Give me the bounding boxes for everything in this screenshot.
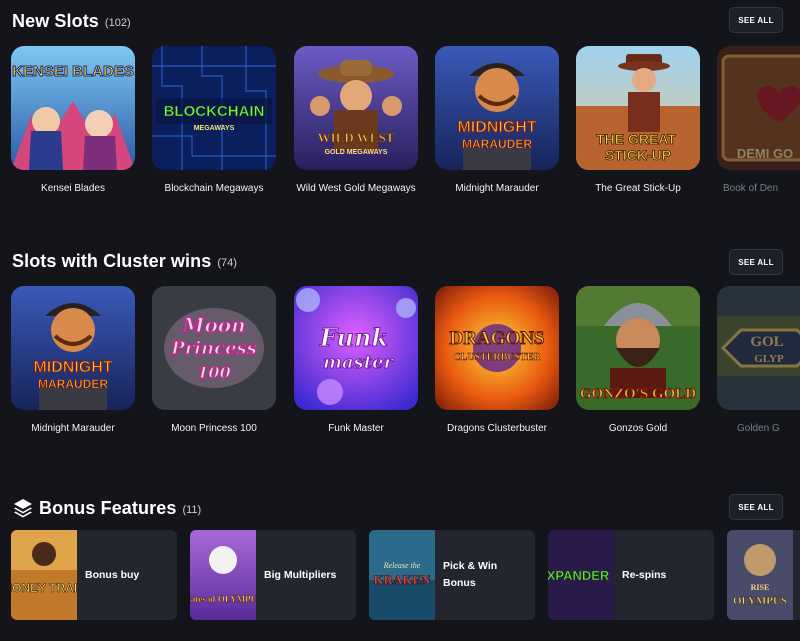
game-tile-moon-princess-100[interactable]: Moon Princess 100 Moon Princess 100 bbox=[152, 286, 276, 435]
game-title: Midnight Marauder bbox=[31, 423, 115, 434]
game-title: Book of Den bbox=[723, 183, 779, 194]
game-tile-wild-west-gold-megaways[interactable]: WILD WEST GOLD MEGAWAYS Wild West Gold M… bbox=[294, 46, 418, 195]
game-tile-dragons-clusterbuster[interactable]: DRAGONS CLUSTERBUSTER Dragons Clusterbus… bbox=[435, 286, 559, 435]
bonus-thumbnail: Release the KRAKEN bbox=[369, 530, 435, 620]
section-count: (11) bbox=[182, 503, 202, 516]
game-thumbnail: WILD WEST GOLD MEGAWAYS bbox=[294, 46, 418, 170]
game-tile-kensei-blades[interactable]: KENSEI BLADES Kensei Blades bbox=[11, 46, 135, 195]
game-title: Blockchain Megaways bbox=[164, 183, 264, 194]
bonus-card-rise-of-olympus[interactable]: RISE OLYMPUS bbox=[727, 530, 800, 620]
art-text: MIDNIGHT bbox=[33, 359, 112, 376]
bonus-thumbnail: RISE OLYMPUS bbox=[727, 530, 793, 620]
art-subtext: MEGAWAYS bbox=[194, 125, 235, 132]
game-tile-midnight-marauder[interactable]: MIDNIGHT MARAUDER Midnight Marauder bbox=[435, 46, 559, 195]
game-thumbnail: Funk master bbox=[294, 286, 418, 410]
game-tile-golden-glyph[interactable]: GOL GLYP Golden G bbox=[717, 286, 800, 435]
art-text: Gates of OLYMPUS bbox=[190, 594, 256, 604]
game-thumbnail: GOL GLYP bbox=[717, 286, 800, 410]
game-thumbnail: THE GREAT STICK-UP bbox=[576, 46, 700, 170]
game-tile-midnight-marauder[interactable]: MIDNIGHT MARAUDER Midnight Marauder bbox=[11, 286, 135, 435]
game-thumbnail: MIDNIGHT MARAUDER bbox=[435, 46, 559, 170]
game-title: Moon Princess 100 bbox=[171, 423, 257, 434]
game-tile-blockchain-megaways[interactable]: BLOCKCHAIN MEGAWAYS Blockchain Megaways bbox=[152, 46, 276, 195]
art-text: DEMI GO bbox=[737, 146, 793, 161]
game-tile-gonzos-gold[interactable]: GONZO'S GOLD Gonzos Gold bbox=[576, 286, 700, 435]
section-count: (74) bbox=[217, 256, 237, 269]
game-thumbnail: MIDNIGHT MARAUDER bbox=[11, 286, 135, 410]
art-text: GONZO'S GOLD bbox=[580, 386, 696, 402]
bonus-label: Re-spins bbox=[622, 568, 667, 581]
art-text: BLOCKCHAIN bbox=[164, 103, 265, 120]
art-text: Moon bbox=[181, 313, 245, 337]
game-thumbnail: DRAGONS CLUSTERBUSTER bbox=[435, 286, 559, 410]
art-text: GOL bbox=[750, 334, 783, 350]
game-title: Gonzos Gold bbox=[608, 423, 668, 434]
game-title: Golden G bbox=[737, 423, 780, 434]
cluster-slots-row: MIDNIGHT MARAUDER Midnight Marauder Moon… bbox=[0, 286, 800, 486]
section-title: Slots with Cluster wins bbox=[12, 250, 212, 271]
game-thumbnail: GONZO'S GOLD bbox=[576, 286, 700, 410]
art-subtext: MARAUDER bbox=[38, 377, 108, 391]
see-all-button[interactable]: SEE ALL bbox=[729, 249, 783, 275]
art-subtext: GLYP bbox=[754, 353, 784, 365]
art-text: DRAGONS bbox=[449, 328, 544, 349]
bonus-label: Pick & Win Bonus bbox=[443, 560, 498, 589]
art-subtext: Princess bbox=[170, 338, 257, 359]
section-header: Slots with Cluster wins (74) bbox=[12, 246, 237, 276]
art-subtext: GOLD MEGAWAYS bbox=[325, 149, 388, 156]
bonus-card-big-multipliers[interactable]: Gates of OLYMPUS Big Multipliers bbox=[190, 530, 356, 620]
game-thumbnail: DEMI GO bbox=[717, 46, 800, 170]
art-text: XPANDER bbox=[548, 568, 610, 583]
bonus-card-bonus-buy[interactable]: MONEY TRAIN Bonus buy bbox=[11, 530, 177, 620]
art-subtext: CLUSTERBUSTER bbox=[453, 352, 541, 363]
art-number: 100 bbox=[197, 363, 230, 382]
art-text: WILD WEST bbox=[318, 130, 395, 145]
art-text: THE GREAT bbox=[596, 131, 676, 147]
section-header: New Slots (102) bbox=[12, 6, 131, 36]
bonus-features-row: MONEY TRAIN Bonus buy Gates of OLYMPUS B… bbox=[0, 530, 800, 641]
game-tile-the-great-stick-up[interactable]: THE GREAT STICK-UP The Great Stick-Up bbox=[576, 46, 700, 195]
bonus-thumbnail: XPANDER bbox=[548, 530, 614, 620]
game-thumbnail: KENSEI BLADES bbox=[11, 46, 135, 170]
game-thumbnail: BLOCKCHAIN MEGAWAYS bbox=[152, 46, 276, 170]
bonus-thumbnail: Gates of OLYMPUS bbox=[190, 530, 256, 620]
art-pretext: Release the bbox=[383, 561, 421, 570]
art-text: OLYMPUS bbox=[733, 595, 787, 607]
see-all-button[interactable]: SEE ALL bbox=[729, 494, 783, 520]
bonus-thumbnail: MONEY TRAIN bbox=[11, 530, 77, 620]
game-tile-funk-master[interactable]: Funk master Funk Master bbox=[294, 286, 418, 435]
section-title: Bonus Features bbox=[39, 497, 177, 518]
art-text: KENSEI BLADES bbox=[12, 63, 134, 80]
see-all-button[interactable]: SEE ALL bbox=[729, 7, 783, 33]
new-slots-row: KENSEI BLADES Kensei Blades BLOCKCHAIN M… bbox=[0, 46, 800, 246]
game-title: Midnight Marauder bbox=[455, 183, 539, 194]
game-thumbnail: Moon Princess 100 bbox=[152, 286, 276, 410]
game-title: Kensei Blades bbox=[41, 183, 105, 194]
art-text: KRAKEN bbox=[373, 572, 431, 587]
art-text: MIDNIGHT bbox=[457, 119, 536, 136]
art-subtext: STICK-UP bbox=[605, 147, 671, 163]
section-count: (102) bbox=[104, 16, 131, 29]
art-pretext: RISE bbox=[751, 583, 770, 592]
game-title: The Great Stick-Up bbox=[595, 183, 681, 194]
section-title: New Slots bbox=[12, 10, 99, 31]
bonus-label: Bonus buy bbox=[85, 568, 140, 581]
bonus-label: Big Multipliers bbox=[264, 568, 337, 581]
layers-icon bbox=[12, 497, 34, 519]
game-title: Wild West Gold Megaways bbox=[296, 183, 416, 194]
art-subtext: master bbox=[323, 352, 395, 373]
game-title: Funk Master bbox=[328, 423, 384, 434]
game-tile-book-of-demi-gods[interactable]: DEMI GO Book of Den bbox=[717, 46, 800, 195]
art-text: MONEY TRAIN bbox=[11, 581, 77, 595]
bonus-card-pick-and-win-bonus[interactable]: Release the KRAKEN Pick & Win Bonus bbox=[369, 530, 535, 620]
art-text: Funk bbox=[319, 323, 388, 352]
section-header: Bonus Features (11) bbox=[12, 493, 201, 523]
art-subtext: MARAUDER bbox=[462, 137, 532, 151]
game-title: Dragons Clusterbuster bbox=[446, 423, 548, 434]
bonus-card-re-spins[interactable]: XPANDER Re-spins bbox=[548, 530, 714, 620]
